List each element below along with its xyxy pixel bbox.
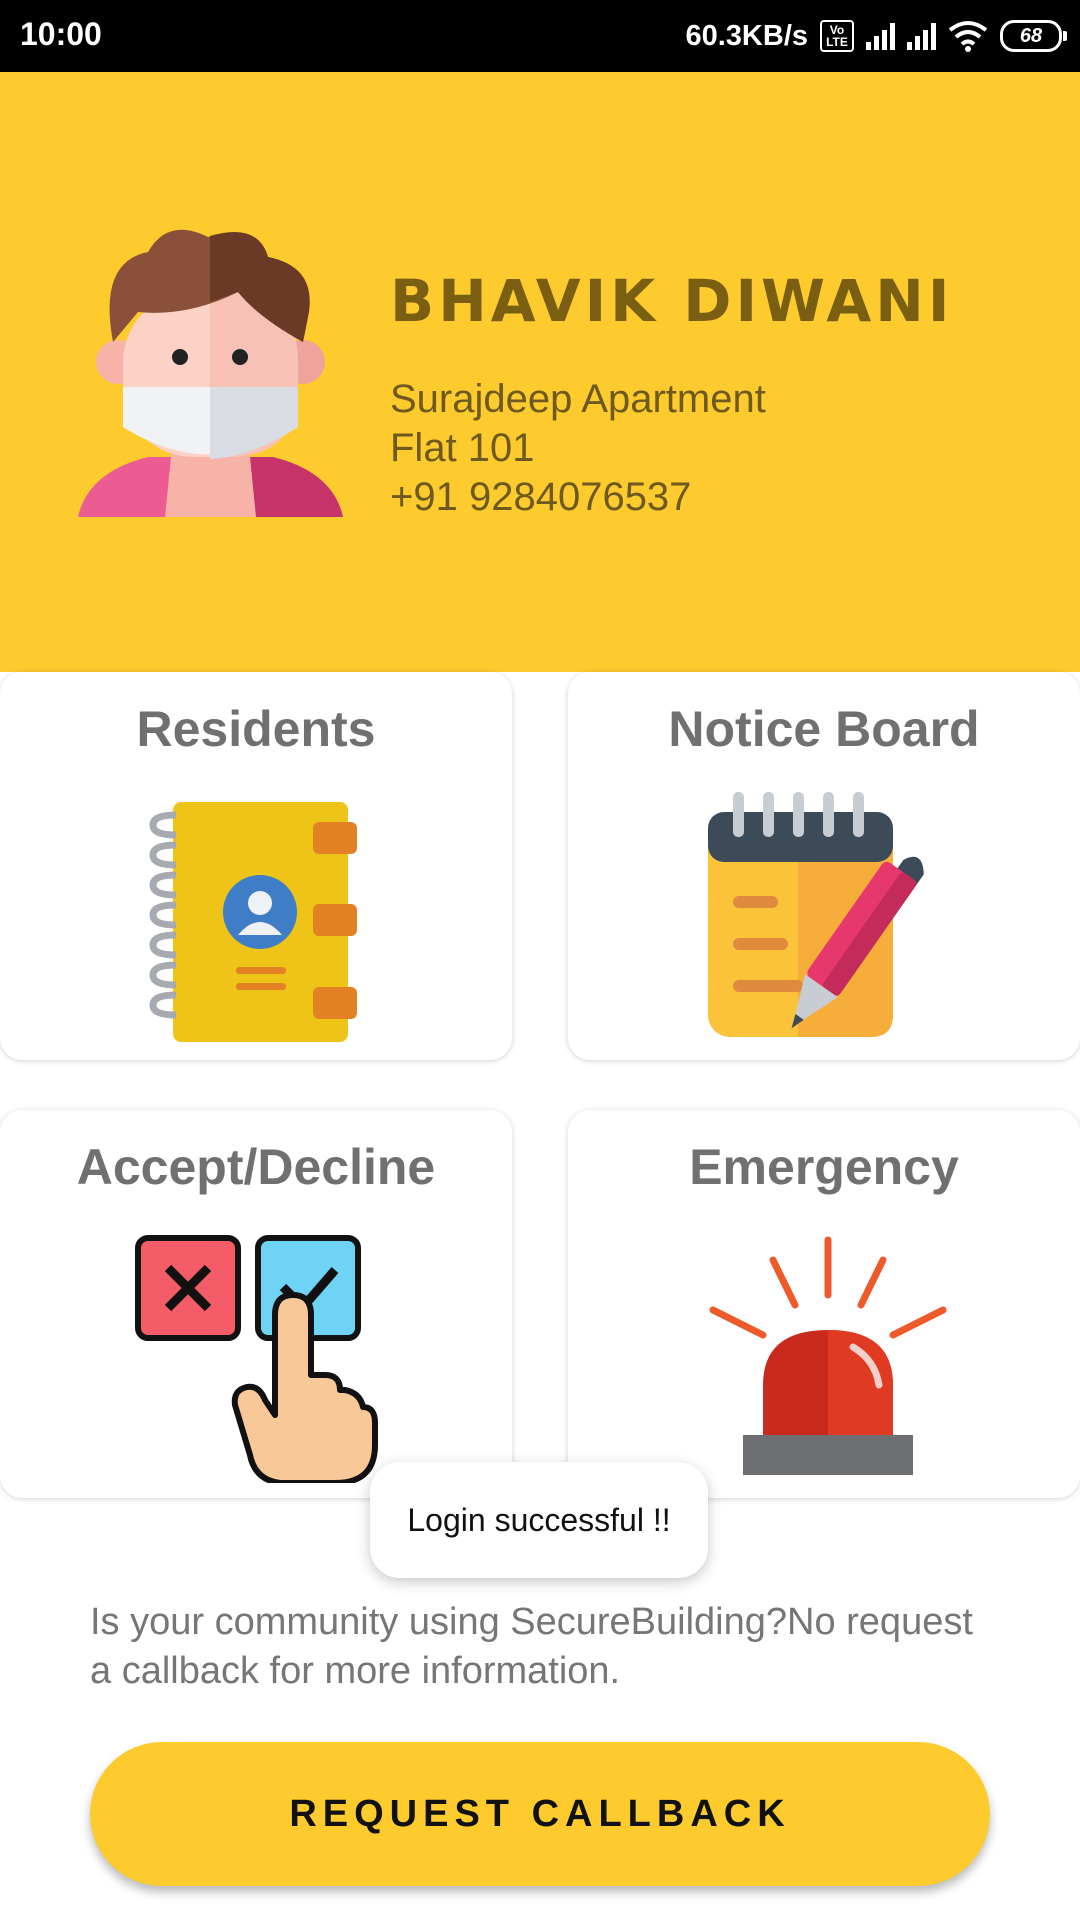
status-bar: 10:00 60.3KB/s Vo LTE 68 xyxy=(0,0,1080,72)
status-icons: 60.3KB/s Vo LTE 68 xyxy=(685,14,1067,58)
siren-icon xyxy=(709,1236,947,1475)
residents-label: Residents xyxy=(136,701,376,757)
wifi-icon xyxy=(948,21,988,52)
residents-card[interactable]: Residents xyxy=(0,672,512,1060)
signal-icon xyxy=(866,22,895,50)
user-building: Surajdeep Apartment xyxy=(390,377,766,421)
signal-icon-2 xyxy=(907,22,936,50)
volte-icon: Vo LTE xyxy=(820,20,854,52)
accept-decline-card[interactable]: Accept/Decline xyxy=(0,1110,512,1498)
request-callback-button[interactable]: REQUEST CALLBACK xyxy=(90,1742,990,1886)
user-flat: Flat 101 xyxy=(390,426,535,470)
avatar-mask-icon xyxy=(78,229,343,517)
emergency-label: Emergency xyxy=(689,1139,959,1195)
emergency-card[interactable]: Emergency xyxy=(568,1110,1080,1498)
accept-decline-label: Accept/Decline xyxy=(76,1139,436,1195)
net-speed: 60.3KB/s xyxy=(685,19,808,52)
notice-board-card[interactable]: Notice Board xyxy=(568,672,1080,1060)
profile-header: BHAVIK DIWANI Surajdeep Apartment Flat 1… xyxy=(0,72,1080,672)
contact-book-icon xyxy=(149,802,357,1042)
notice-board-label: Notice Board xyxy=(668,701,980,757)
callback-info-text: Is your community using SecureBuilding?N… xyxy=(90,1601,973,1692)
status-time: 10:00 xyxy=(20,16,102,52)
accept-decline-icon xyxy=(135,1235,378,1483)
battery-icon: 68 xyxy=(1000,20,1067,52)
notepad-pen-icon xyxy=(708,792,924,1037)
user-name: BHAVIK DIWANI xyxy=(390,267,954,335)
login-toast: Login successful !! xyxy=(370,1462,708,1578)
user-phone: +91 9284076537 xyxy=(390,475,692,519)
